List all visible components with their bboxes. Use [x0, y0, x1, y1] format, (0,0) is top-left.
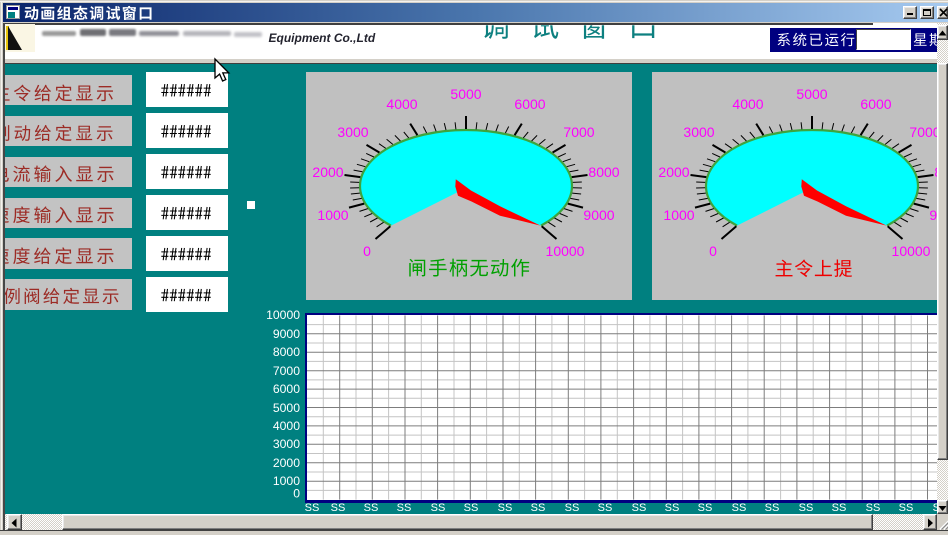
svg-text:7000: 7000 [563, 124, 594, 140]
svg-text:6000: 6000 [273, 382, 300, 396]
svg-text:SS: SS [305, 502, 320, 514]
svg-text:SS: SS [331, 502, 346, 514]
svg-text:SS: SS [632, 502, 647, 514]
svg-text:7000: 7000 [273, 364, 300, 378]
svg-text:SS: SS [364, 502, 379, 514]
svg-text:SS: SS [933, 502, 948, 514]
svg-text:1000: 1000 [317, 207, 348, 223]
svg-text:9000: 9000 [929, 207, 948, 223]
svg-text:2000: 2000 [273, 456, 300, 470]
svg-text:SS: SS [397, 502, 412, 514]
svg-text:SS: SS [698, 502, 713, 514]
svg-text:3000: 3000 [683, 124, 714, 140]
svg-text:5000: 5000 [450, 86, 481, 102]
svg-text:SS: SS [431, 502, 446, 514]
svg-text:SS: SS [866, 502, 881, 514]
svg-text:4000: 4000 [273, 419, 300, 433]
svg-text:10000: 10000 [892, 243, 931, 259]
svg-text:10000: 10000 [266, 308, 300, 322]
svg-text:SS: SS [765, 502, 780, 514]
svg-text:2000: 2000 [658, 164, 689, 180]
svg-text:8000: 8000 [934, 164, 948, 180]
svg-text:10000: 10000 [546, 243, 585, 259]
svg-text:SS: SS [732, 502, 747, 514]
svg-text:SS: SS [598, 502, 613, 514]
svg-text:8000: 8000 [273, 345, 300, 359]
svg-text:SS: SS [899, 502, 914, 514]
svg-text:4000: 4000 [386, 96, 417, 112]
svg-text:SS: SS [464, 502, 479, 514]
svg-text:2000: 2000 [312, 164, 343, 180]
svg-text:8000: 8000 [588, 164, 619, 180]
svg-text:9000: 9000 [273, 327, 300, 341]
svg-text:1000: 1000 [663, 207, 694, 223]
svg-text:SS: SS [665, 502, 680, 514]
svg-text:SS: SS [565, 502, 580, 514]
svg-text:0: 0 [293, 487, 300, 501]
svg-text:3000: 3000 [273, 437, 300, 451]
svg-text:0: 0 [363, 243, 371, 259]
svg-text:3000: 3000 [337, 124, 368, 140]
svg-text:7000: 7000 [909, 124, 940, 140]
svg-text:6000: 6000 [514, 96, 545, 112]
svg-text:SS: SS [498, 502, 513, 514]
svg-text:5000: 5000 [273, 401, 300, 415]
svg-text:SS: SS [832, 502, 847, 514]
svg-text:4000: 4000 [732, 96, 763, 112]
svg-text:6000: 6000 [860, 96, 891, 112]
svg-text:9000: 9000 [583, 207, 614, 223]
svg-text:5000: 5000 [796, 86, 827, 102]
svg-text:SS: SS [531, 502, 546, 514]
svg-text:SS: SS [799, 502, 814, 514]
svg-text:0: 0 [709, 243, 717, 259]
